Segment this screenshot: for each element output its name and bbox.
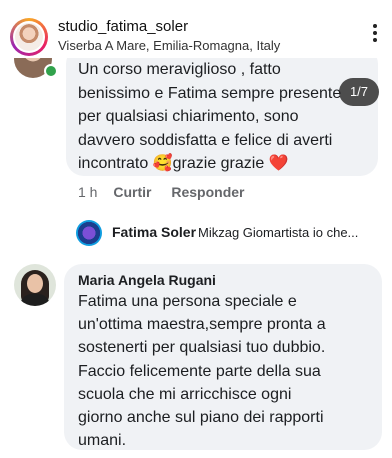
reply-button[interactable]: Responder [171,184,244,200]
comment-line: davvero soddisfatta e felice di averti [78,131,333,149]
comment-line: Faccio felicemente parte della sua [78,362,321,380]
comment-line: per qualsiasi chiarimento, sono [78,108,299,125]
reply-author-avatar[interactable] [76,220,102,246]
comment-line: sostenerti per qualsiasi tuo dubbio. [78,339,326,357]
header-username[interactable]: studio_fatima_soler [58,18,188,35]
media-counter-badge: 1/7 [339,78,379,106]
comment-line: giorno anche sul piano dei rapporti [78,409,324,427]
commenter-avatar[interactable] [14,264,56,306]
more-vertical-icon[interactable] [372,24,378,46]
comment-line: Un corso meraviglioso , fatto [78,61,281,78]
comment-text: Fatima una persona speciale e un'ottima … [78,290,376,452]
comment-line: scuola che mi arricchisce ogni [78,385,292,403]
avatar-frame [13,21,45,53]
post-header: studio_fatima_soler Viserba A Mare, Emil… [0,0,392,58]
online-dot-icon [44,64,58,78]
profile-photo [15,23,43,51]
like-button[interactable]: Curtir [113,184,151,200]
avatar-body [20,294,50,306]
profile-avatar[interactable] [10,18,48,56]
comment-actions: 1 h Curtir Responder [78,184,261,200]
reply-preview-text[interactable]: Mikzag Giomartista io che... [198,225,358,240]
comment-line: Fatima una persona speciale e [78,293,297,310]
comment-time: 1 h [78,184,98,200]
comment-text: Un corso meraviglioso , fatto benissimo … [78,58,368,176]
reply-author-name[interactable]: Fatima Soler [112,224,196,240]
comment-line: benissimo e Fatima sempre presente [78,84,342,102]
header-location[interactable]: Viserba A Mare, Emilia-Romagna, Italy [58,38,280,53]
comment-line: umani. [78,432,127,450]
avatar-face [27,274,43,293]
commenter-name[interactable]: Maria Angela Rugani [78,272,216,288]
comment-line: un'ottima maestra,sempre pronta a [78,316,326,334]
comment-line: incontrato 🥰grazie grazie ❤️ [78,155,289,172]
